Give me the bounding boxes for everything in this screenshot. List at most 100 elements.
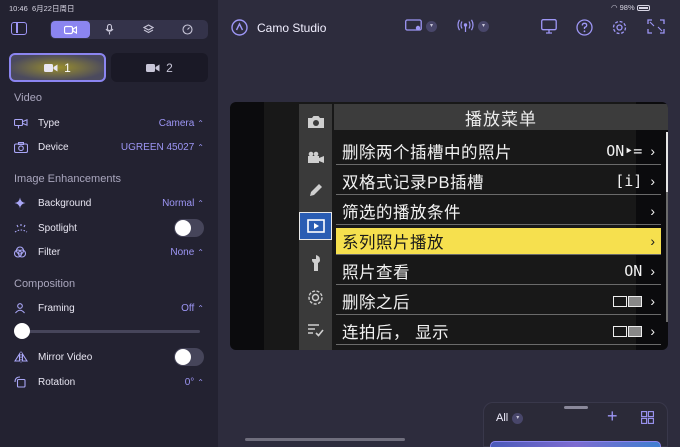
rotation-select[interactable]: 0° ⌃ bbox=[185, 377, 204, 388]
battery-percent: 98% bbox=[619, 3, 635, 12]
framing-slider-knob[interactable] bbox=[14, 323, 30, 339]
video-tab[interactable] bbox=[51, 21, 90, 38]
performance-tab[interactable] bbox=[168, 21, 207, 38]
camera-menu-item-label: 删除两个插槽中的照片 bbox=[342, 144, 512, 162]
camera-menu-title: 播放菜单 bbox=[334, 104, 668, 130]
spotlight-icon bbox=[14, 223, 30, 234]
rotation-row[interactable]: Rotation 0° ⌃ bbox=[14, 373, 204, 391]
camera-menu-tab-photo bbox=[299, 108, 332, 136]
device-select[interactable]: UGREEN 45027 ⌃ bbox=[121, 142, 204, 153]
spotlight-row: Spotlight bbox=[14, 219, 204, 237]
wrench-icon bbox=[311, 255, 320, 271]
gear-icon bbox=[612, 20, 627, 35]
chevron-right-icon: › bbox=[650, 143, 655, 159]
chevron-updown-icon: ⌃ bbox=[197, 377, 204, 387]
mirror-icon bbox=[14, 351, 30, 363]
after-burst-icon bbox=[613, 325, 643, 337]
chevron-right-icon: › bbox=[650, 173, 655, 189]
background-row[interactable]: Background Normal ⌃ bbox=[14, 194, 204, 212]
settings-button[interactable] bbox=[611, 19, 628, 36]
framing-row[interactable]: Framing Off ⌃ bbox=[14, 299, 204, 317]
plus-icon: + bbox=[607, 406, 618, 426]
spotlight-toggle[interactable] bbox=[174, 219, 204, 237]
camera-menu-item: 删除之后 › bbox=[336, 288, 661, 315]
fullscreen-button[interactable] bbox=[647, 19, 665, 34]
mirror-label: Mirror Video bbox=[38, 351, 93, 363]
grid-view-button[interactable] bbox=[641, 411, 654, 429]
camera-1-button[interactable]: 1 bbox=[9, 53, 106, 82]
framing-slider-track[interactable] bbox=[14, 330, 200, 333]
camera-menu-tab-custom bbox=[299, 176, 332, 204]
camera-device-icon bbox=[14, 141, 30, 153]
audio-tab[interactable] bbox=[90, 21, 129, 38]
framing-label: Framing bbox=[38, 302, 75, 314]
camera-type-icon bbox=[14, 118, 30, 129]
camera-menu-item-value: ON‣= bbox=[606, 142, 643, 160]
framing-select[interactable]: Off ⌃ bbox=[181, 303, 204, 314]
device-row[interactable]: Device UGREEN 45027 ⌃ bbox=[14, 138, 204, 156]
panel-drag-handle[interactable] bbox=[564, 406, 588, 409]
camera-menu-tab-movie bbox=[299, 144, 332, 172]
scenes-panel: All ▾ + bbox=[483, 402, 668, 447]
camera-menu-item: 删除两个插槽中的照片 ON‣= › bbox=[336, 138, 661, 165]
camera-menu-item: 连拍后， 显示 › bbox=[336, 318, 661, 345]
video-camera-icon bbox=[146, 63, 160, 72]
camo-logo-button[interactable] bbox=[231, 19, 248, 36]
spotlight-label: Spotlight bbox=[38, 222, 77, 234]
camera-menu-tab-setup bbox=[299, 249, 332, 277]
microphone-icon bbox=[105, 24, 114, 35]
camera-menu-tab-my-menu bbox=[299, 316, 332, 344]
chevron-updown-icon: ⌃ bbox=[197, 198, 204, 208]
camera-preview[interactable]: 播放菜单 删除两个插槽中的照片 ON‣= › 双格式记录PB插槽 [i] › 筛… bbox=[230, 102, 668, 350]
video-camera-icon bbox=[44, 63, 58, 72]
status-right: ◠ 98% bbox=[611, 3, 650, 17]
chevron-right-icon: › bbox=[650, 323, 655, 339]
mirror-toggle[interactable] bbox=[174, 348, 204, 366]
chevron-updown-icon: ⌃ bbox=[197, 303, 204, 313]
camera-menu-tab-playback bbox=[299, 212, 332, 240]
pencil-icon bbox=[309, 184, 322, 196]
chevron-updown-icon: ⌃ bbox=[197, 247, 204, 257]
filter-row[interactable]: Filter None ⌃ bbox=[14, 243, 204, 261]
photo-camera-icon bbox=[307, 116, 324, 128]
sidebar-toggle-button[interactable] bbox=[11, 22, 27, 35]
add-scene-button[interactable]: + bbox=[607, 406, 618, 427]
monitor-button[interactable] bbox=[541, 19, 557, 34]
video-camera-icon bbox=[64, 25, 77, 34]
type-label: Type bbox=[38, 117, 60, 129]
background-select[interactable]: Normal ⌃ bbox=[162, 198, 204, 209]
layers-icon bbox=[143, 24, 154, 34]
composition-title: Composition bbox=[14, 278, 76, 290]
streaming-button[interactable]: ▾ bbox=[457, 19, 489, 33]
layers-tab[interactable] bbox=[129, 21, 168, 38]
camera-2-button[interactable]: 2 bbox=[111, 53, 208, 82]
camera-menu-item-label: 照片查看 bbox=[342, 264, 410, 282]
app-title: Camo Studio bbox=[257, 21, 327, 35]
monitor-icon bbox=[541, 19, 557, 34]
broadcast-icon bbox=[457, 19, 474, 32]
chevron-down-icon: ▾ bbox=[478, 20, 489, 32]
camera-menu-item-label: 双格式记录PB插槽 bbox=[342, 174, 485, 192]
filter-select[interactable]: None ⌃ bbox=[170, 247, 204, 258]
device-label: Device bbox=[38, 141, 69, 153]
scene-filter-select[interactable]: All ▾ bbox=[496, 412, 524, 424]
wifi-icon: ◠ bbox=[611, 3, 618, 12]
help-icon bbox=[576, 19, 593, 36]
battery-icon bbox=[636, 5, 650, 12]
status-time: 10:46 6月22日周日 bbox=[9, 4, 75, 13]
camera-menu-item: 筛选的播放条件 › bbox=[336, 198, 661, 225]
camera-menu-screen: 播放菜单 删除两个插槽中的照片 ON‣= › 双格式记录PB插槽 [i] › 筛… bbox=[264, 102, 668, 350]
checklist-icon bbox=[308, 324, 324, 337]
output-select-button[interactable]: ▾ bbox=[405, 19, 437, 33]
scene-thumbnail[interactable] bbox=[490, 441, 661, 447]
grid-icon bbox=[641, 411, 654, 424]
type-row[interactable]: Type Camera ⌃ bbox=[14, 114, 204, 132]
framing-icon bbox=[14, 302, 30, 314]
chevron-updown-icon: ⌃ bbox=[197, 118, 204, 128]
camera-menu-tab-network bbox=[299, 283, 332, 311]
help-button[interactable] bbox=[576, 19, 593, 36]
expand-icon bbox=[647, 19, 665, 34]
home-indicator bbox=[245, 438, 405, 441]
type-select[interactable]: Camera ⌃ bbox=[159, 118, 204, 129]
chevron-updown-icon: ⌃ bbox=[197, 142, 204, 152]
